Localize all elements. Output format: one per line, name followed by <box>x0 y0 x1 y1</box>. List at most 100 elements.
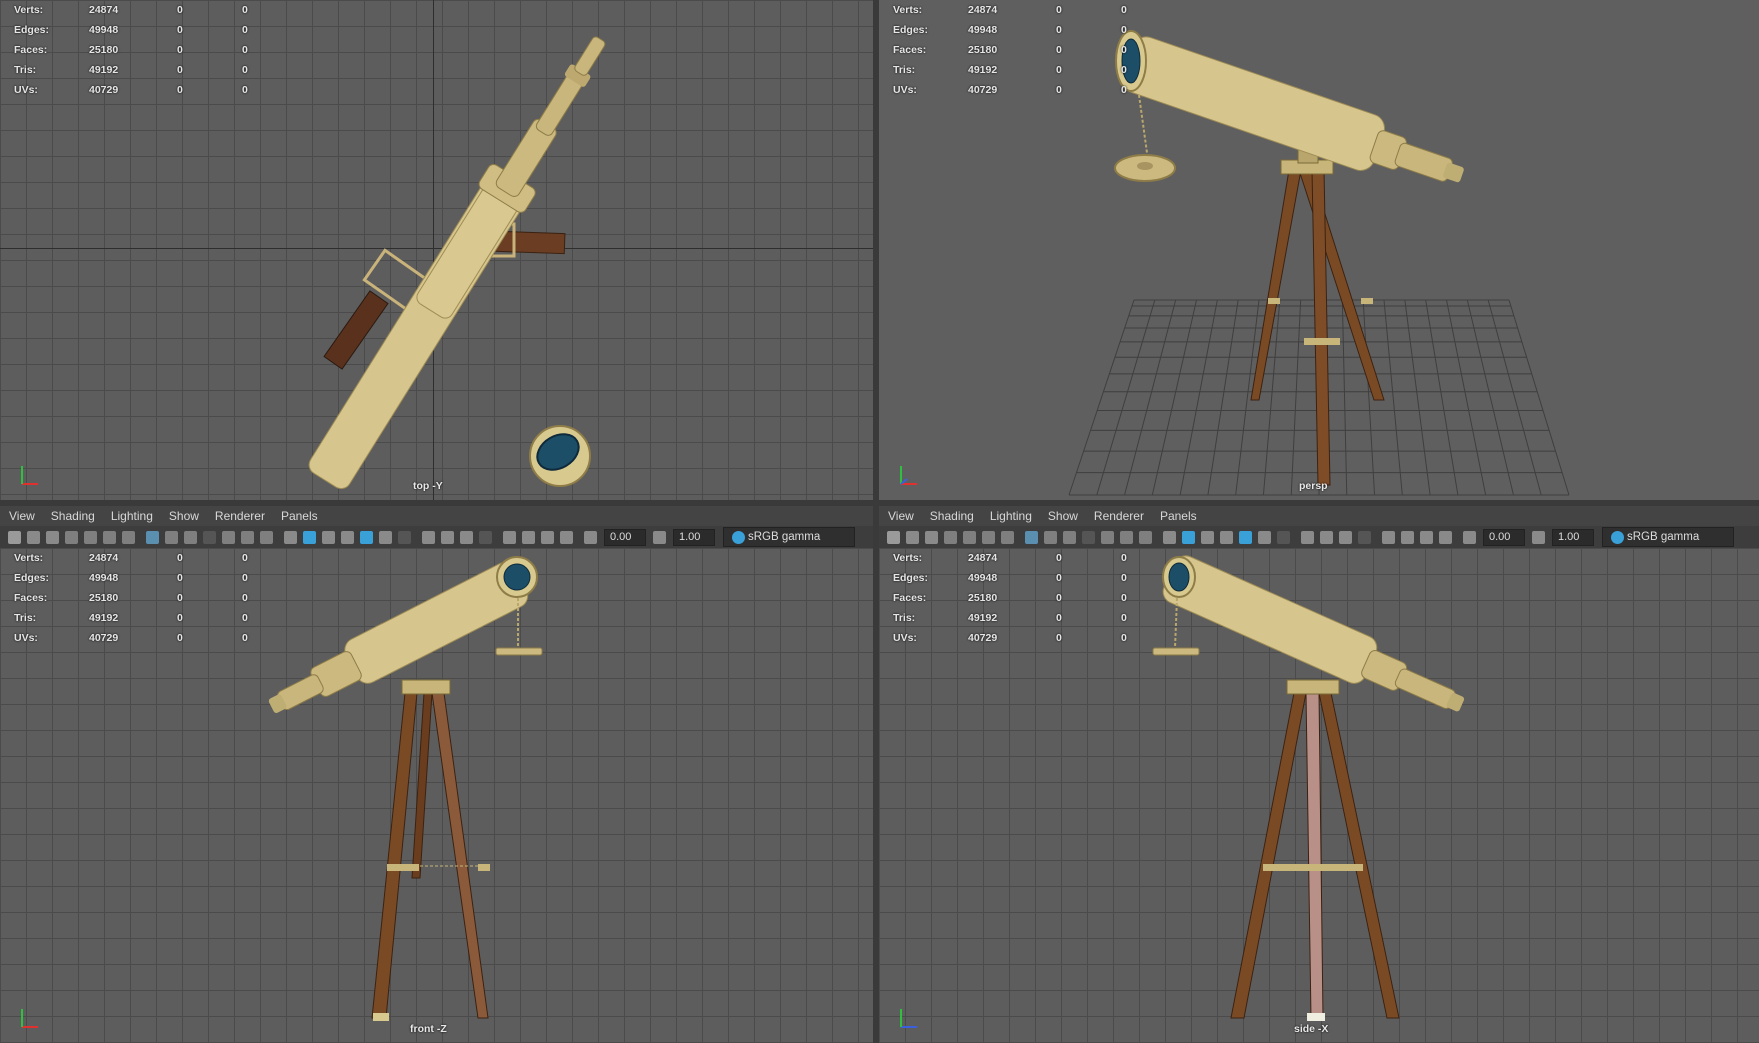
bookmark-icon[interactable] <box>925 530 938 544</box>
shadows-icon[interactable] <box>398 530 411 544</box>
safe-action-icon[interactable] <box>241 530 254 544</box>
field-chart-icon[interactable] <box>1101 530 1114 544</box>
menu-panels[interactable]: Panels <box>1160 509 1197 523</box>
viewport-top[interactable]: Verts: 24874 0 0 Edges: 49948 0 0 Faces: 25180 0… <box>0 0 873 500</box>
poly-count-hud: Verts: 24874 0 0 Edges: 49948 0 0 Faces: 25180 0… <box>885 0 1161 100</box>
hud-row-verts: Verts: 24874 0 0 <box>893 552 1127 564</box>
isolate-select-icon[interactable] <box>503 530 516 544</box>
edit-icon[interactable] <box>122 530 135 544</box>
edit-icon[interactable] <box>1001 530 1014 544</box>
default-material-icon[interactable] <box>1201 530 1214 544</box>
menu-lighting[interactable]: Lighting <box>990 509 1032 523</box>
menu-panels[interactable]: Panels <box>281 509 318 523</box>
color-management-dropdown[interactable]: sRGB gamma <box>723 527 855 547</box>
wireframe-on-shaded-icon[interactable] <box>1220 530 1233 544</box>
exposure-field[interactable]: 0.00 <box>1483 528 1525 546</box>
menu-renderer[interactable]: Renderer <box>1094 509 1144 523</box>
camera-attributes-icon[interactable] <box>906 530 919 544</box>
gamma-icon[interactable] <box>1532 530 1545 544</box>
default-material-icon[interactable] <box>322 530 335 544</box>
camera-icon[interactable] <box>8 530 21 544</box>
resolution-gate-icon[interactable] <box>184 530 197 544</box>
screen-space-ao-icon[interactable] <box>422 530 435 544</box>
axis-gizmo-icon <box>900 466 917 485</box>
viewport-side[interactable]: Verts: 24874 0 0 Edges: 49948 0 0 Faces: 25180 0… <box>879 548 1759 1043</box>
color-management-dropdown[interactable]: sRGB gamma <box>1602 527 1734 547</box>
hud-row-faces: Faces: 25180 0 0 <box>14 592 248 604</box>
anti-aliasing-icon[interactable] <box>1339 530 1352 544</box>
textured-icon[interactable] <box>360 530 373 544</box>
camera-label: side -X <box>1294 1023 1329 1035</box>
viewport-persp[interactable]: Verts: 24874 0 0 Edges: 49948 0 0 Faces: 25180 0… <box>879 0 1759 500</box>
safe-action-icon[interactable] <box>1120 530 1133 544</box>
menu-show[interactable]: Show <box>1048 509 1078 523</box>
tripod-persp <box>1250 144 1385 486</box>
camera-icon[interactable] <box>887 530 900 544</box>
xray-icon[interactable] <box>522 530 535 544</box>
film-gate-icon[interactable] <box>1044 530 1057 544</box>
film-gate-icon[interactable] <box>165 530 178 544</box>
gate-mask-icon[interactable] <box>203 530 216 544</box>
grease-pencil-icon[interactable] <box>84 530 97 544</box>
pan-zoom-icon[interactable] <box>103 530 116 544</box>
exposure-icon[interactable] <box>584 530 597 544</box>
depth-of-field-icon[interactable] <box>1358 530 1371 544</box>
safe-title-icon[interactable] <box>1139 530 1152 544</box>
gamma-field[interactable]: 1.00 <box>1552 528 1594 546</box>
textured-icon[interactable] <box>1239 530 1252 544</box>
isolate-select-icon[interactable] <box>1382 530 1395 544</box>
bookmark-icon[interactable] <box>46 530 59 544</box>
menu-show[interactable]: Show <box>169 509 199 523</box>
image-plane-icon[interactable] <box>944 530 957 544</box>
poly-count-hud: Verts: 24874 0 0 Edges: 49948 0 0 Faces: 25180 0… <box>6 548 282 648</box>
color-management-icon <box>732 530 745 544</box>
shadows-icon[interactable] <box>1277 530 1290 544</box>
menu-view[interactable]: View <box>9 509 35 523</box>
xray-joints-icon[interactable] <box>1420 530 1433 544</box>
exposure-icon[interactable] <box>1463 530 1476 544</box>
hud-row-tris: Tris: 49192 0 0 <box>893 612 1127 624</box>
grid-toggle-icon[interactable] <box>1025 530 1038 544</box>
wireframe-on-shaded-icon[interactable] <box>341 530 354 544</box>
camera-attributes-icon[interactable] <box>27 530 40 544</box>
tripod-front <box>371 679 490 1021</box>
image-plane-icon[interactable] <box>65 530 78 544</box>
exposure-field[interactable]: 0.00 <box>604 528 646 546</box>
hud-row-edges: Edges: 49948 0 0 <box>893 572 1127 584</box>
menu-lighting[interactable]: Lighting <box>111 509 153 523</box>
menu-renderer[interactable]: Renderer <box>215 509 265 523</box>
color-space-label: sRGB gamma <box>1627 531 1700 543</box>
smooth-shade-icon[interactable] <box>303 530 316 544</box>
gamma-icon[interactable] <box>653 530 666 544</box>
anti-aliasing-icon[interactable] <box>460 530 473 544</box>
xray-components-icon[interactable] <box>560 530 573 544</box>
use-all-lights-icon[interactable] <box>1258 530 1271 544</box>
xray-icon[interactable] <box>1401 530 1414 544</box>
grease-pencil-icon[interactable] <box>963 530 976 544</box>
depth-of-field-icon[interactable] <box>479 530 492 544</box>
motion-blur-icon[interactable] <box>1320 530 1333 544</box>
xray-components-icon[interactable] <box>1439 530 1452 544</box>
hud-row-uvs: UVs: 40729 0 0 <box>893 632 1127 644</box>
wireframe-icon[interactable] <box>1163 530 1176 544</box>
camera-label: persp <box>1299 480 1328 492</box>
smooth-shade-icon[interactable] <box>1182 530 1195 544</box>
motion-blur-icon[interactable] <box>441 530 454 544</box>
grid-toggle-icon[interactable] <box>146 530 159 544</box>
viewport-front[interactable]: Verts: 24874 0 0 Edges: 49948 0 0 Faces: 25180 0… <box>0 548 873 1043</box>
field-chart-icon[interactable] <box>222 530 235 544</box>
menu-view[interactable]: View <box>888 509 914 523</box>
screen-space-ao-icon[interactable] <box>1301 530 1314 544</box>
wireframe-icon[interactable] <box>284 530 297 544</box>
use-all-lights-icon[interactable] <box>379 530 392 544</box>
xray-joints-icon[interactable] <box>541 530 554 544</box>
pan-zoom-icon[interactable] <box>982 530 995 544</box>
gamma-field[interactable]: 1.00 <box>673 528 715 546</box>
lens-cap-side <box>1152 647 1200 656</box>
safe-title-icon[interactable] <box>260 530 273 544</box>
menu-shading[interactable]: Shading <box>51 509 95 523</box>
menu-shading[interactable]: Shading <box>930 509 974 523</box>
gate-mask-icon[interactable] <box>1082 530 1095 544</box>
resolution-gate-icon[interactable] <box>1063 530 1076 544</box>
camera-label: top -Y <box>413 480 443 492</box>
